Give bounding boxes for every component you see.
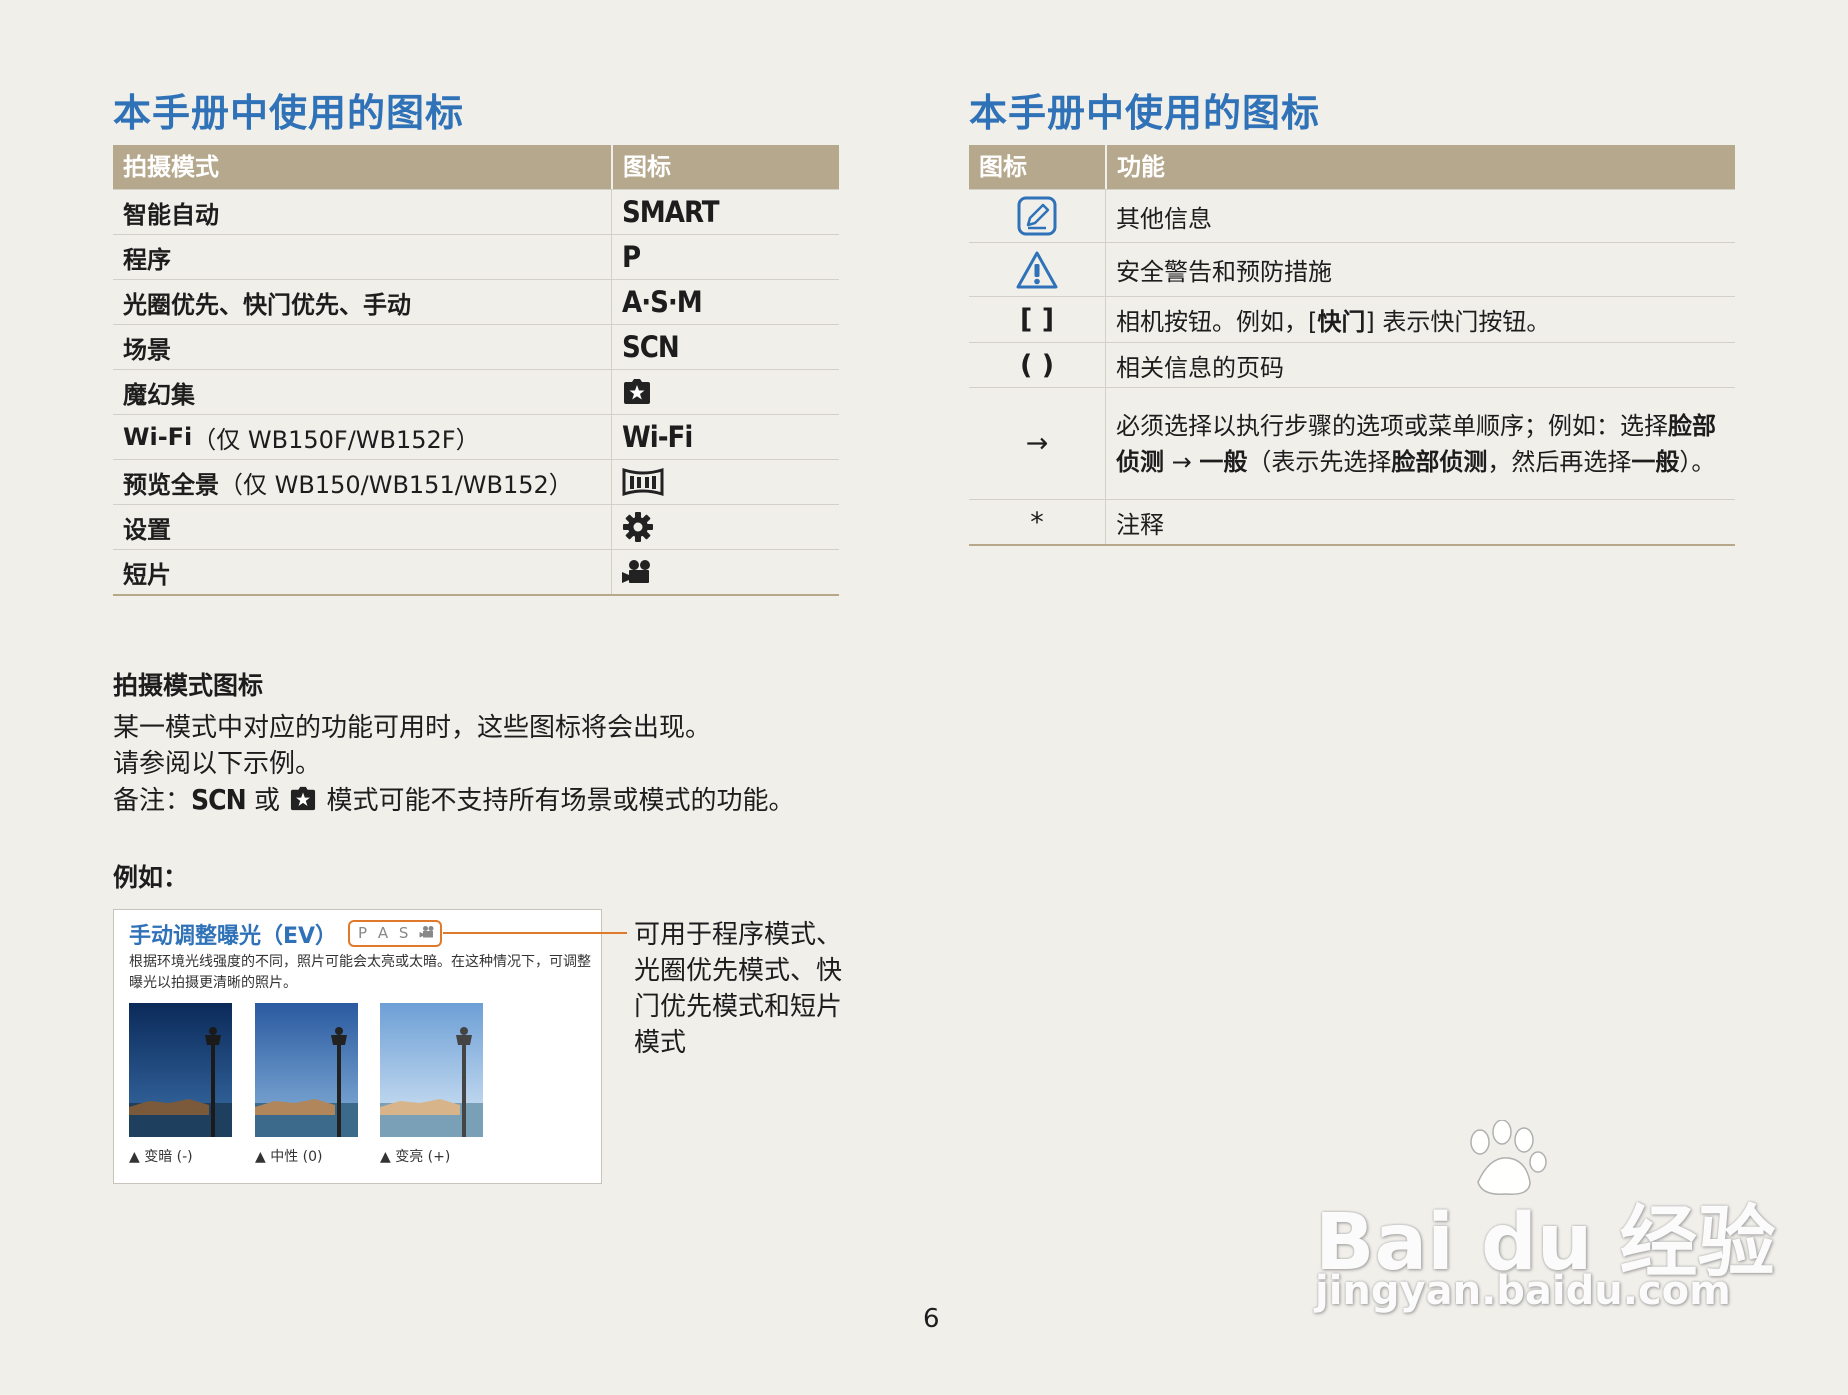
mode-name: 程序 bbox=[123, 245, 171, 274]
note-pencil-icon bbox=[1017, 196, 1057, 236]
scn-icon: SCN bbox=[191, 783, 247, 816]
table-row: ( ) 相关信息的页码 bbox=[969, 342, 1735, 387]
example-description: 根据环境光线强度的不同，照片可能会太亮或太暗。在这种情况下，可调整曝光以拍摄更清… bbox=[129, 954, 591, 991]
table-row: [ ] 相机按钮。例如，[快门] 表示快门按钮。 bbox=[969, 296, 1735, 342]
paren-symbol: ( ) bbox=[1019, 349, 1055, 381]
function-text: 注释 bbox=[1116, 510, 1164, 539]
mode-badge: P A S bbox=[348, 920, 442, 947]
table-row: Wi-Fi （仅 WB150F/WB152F） Wi-Fi bbox=[113, 414, 839, 459]
function-text: 相关信息的页码 bbox=[1116, 353, 1284, 382]
magic-star-icon bbox=[624, 379, 650, 404]
function-text: 必须选择以执行步骤的选项或菜单顺序；例如：选择脸部侦测 → 一般（表示先选择脸部… bbox=[1116, 411, 1716, 476]
panorama-icon bbox=[622, 467, 664, 497]
header-icon: 图标 bbox=[979, 153, 1027, 181]
table-row: 智能自动 SMART bbox=[113, 189, 839, 234]
example-label: 例如： bbox=[113, 863, 189, 892]
header-function: 功能 bbox=[1105, 145, 1735, 189]
mode-icons-description: 某一模式中对应的功能可用时，这些图标将会出现。 请参阅以下示例。 备注：SCN … bbox=[113, 710, 795, 819]
photo-darker bbox=[129, 1003, 232, 1137]
mode-name: 光圈优先、快门优先、手动 bbox=[123, 290, 411, 319]
mode-name: 短片 bbox=[123, 560, 171, 589]
table-row: 魔幻集 bbox=[113, 369, 839, 414]
page-number: 6 bbox=[923, 1304, 940, 1334]
arrow-symbol: → bbox=[1025, 428, 1049, 459]
mode-icons-title: 拍摄模式图标 bbox=[113, 671, 264, 700]
example-title: 手动调整曝光（EV） bbox=[129, 924, 338, 949]
mode-name: 魔幻集 bbox=[123, 380, 195, 409]
photo-brighter bbox=[380, 1003, 483, 1137]
caption-neutral: ▲ 中性 (0) bbox=[255, 1149, 323, 1165]
mode-name: 预览全景 bbox=[123, 470, 219, 499]
program-mode-icon: P bbox=[622, 240, 641, 274]
movie-camera-icon bbox=[419, 926, 434, 938]
shooting-mode-table: 拍摄模式 图标 智能自动 SMART 程序 P 光圈优先、快门优先、手动 A·S… bbox=[113, 145, 839, 596]
warning-triangle-icon bbox=[1016, 251, 1058, 288]
table-row: 程序 P bbox=[113, 234, 839, 279]
baidu-watermark: Bai du 经验 jingyan.baidu.com bbox=[1310, 1120, 1776, 1320]
scene-mode-icon: SCN bbox=[622, 330, 680, 364]
example-box: 手动调整曝光（EV） P A S 根据环境光线强度的不同，照片可能会太亮或太暗。… bbox=[113, 909, 602, 1184]
callout-text: 可用于程序模式、光圈优先模式、快门优先模式和短片模式 bbox=[634, 920, 843, 1058]
table-row: 短片 bbox=[113, 549, 839, 594]
icon-legend-table: 图标 功能 其他信息 安全警告和预防措施 [ ] 相机按钮。例如，[快门] 表示… bbox=[969, 145, 1735, 546]
mode-name: 设置 bbox=[123, 515, 171, 544]
mode-note: （仅 WB150F/WB152F） bbox=[192, 425, 480, 454]
note-suffix: 模式可能不支持所有场景或模式的功能。 bbox=[326, 786, 795, 816]
table-row: 安全警告和预防措施 bbox=[969, 242, 1735, 296]
magic-star-icon bbox=[291, 786, 316, 811]
bracket-symbol: [ ] bbox=[1019, 304, 1055, 335]
function-text: 其他信息 bbox=[1116, 204, 1212, 233]
note-or: 或 bbox=[254, 786, 281, 816]
movie-camera-icon bbox=[622, 560, 650, 583]
left-heading: 本手册中使用的图标 bbox=[113, 91, 465, 135]
note-line: 备注：SCN 或 模式可能不支持所有场景或模式的功能。 bbox=[113, 782, 795, 819]
header-icon: 图标 bbox=[611, 145, 839, 189]
table-row: * 注释 bbox=[969, 499, 1735, 544]
table-row: 预览全景 （仅 WB150/WB151/WB152） bbox=[113, 459, 839, 504]
header-mode: 拍摄模式 bbox=[123, 153, 219, 181]
description-line: 请参阅以下示例。 bbox=[113, 749, 322, 779]
mode-note: （仅 WB150/WB151/WB152） bbox=[219, 470, 573, 499]
asm-mode-icon: A·S·M bbox=[622, 285, 703, 319]
description-line: 某一模式中对应的功能可用时，这些图标将会出现。 bbox=[113, 713, 712, 743]
table-row: → 必须选择以执行步骤的选项或菜单顺序；例如：选择脸部侦测 → 一般（表示先选择… bbox=[969, 387, 1735, 499]
table-row: 其他信息 bbox=[969, 189, 1735, 242]
callout-line bbox=[443, 932, 627, 934]
table-row: 设置 bbox=[113, 504, 839, 549]
gear-icon bbox=[623, 512, 653, 542]
caption-brighter: ▲ 变亮 (+) bbox=[380, 1149, 451, 1165]
note-prefix: 备注： bbox=[113, 786, 192, 816]
photo-neutral bbox=[255, 1003, 358, 1137]
badge-text: P A S bbox=[358, 924, 412, 942]
wifi-mode-icon: Wi-Fi bbox=[622, 420, 693, 454]
mode-name: 场景 bbox=[123, 335, 171, 364]
smart-mode-icon: SMART bbox=[622, 195, 720, 229]
mode-name: 智能自动 bbox=[123, 200, 219, 229]
right-heading: 本手册中使用的图标 bbox=[969, 91, 1321, 135]
mode-name: Wi-Fi bbox=[123, 423, 193, 451]
function-text: 安全警告和预防措施 bbox=[1116, 258, 1332, 286]
function-text: 相机按钮。例如，[快门] 表示快门按钮。 bbox=[1116, 308, 1551, 336]
table-header: 拍摄模式 图标 bbox=[113, 145, 839, 189]
caption-darker: ▲ 变暗 (-) bbox=[129, 1149, 193, 1165]
asterisk-symbol: * bbox=[1030, 506, 1044, 538]
table-row: 场景 SCN bbox=[113, 324, 839, 369]
table-row: 光圈优先、快门优先、手动 A·S·M bbox=[113, 279, 839, 324]
watermark-url: jingyan.baidu.com bbox=[1315, 1268, 1731, 1314]
table-header: 图标 功能 bbox=[969, 145, 1735, 189]
